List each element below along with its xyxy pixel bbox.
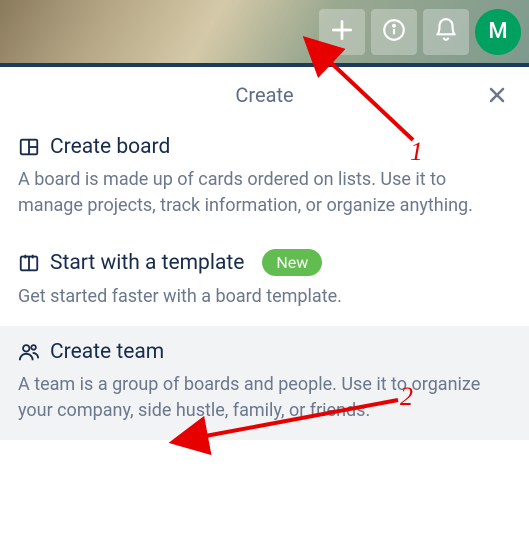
create-panel: Create Create board A board is made up o… [0, 67, 529, 440]
info-icon [381, 17, 407, 47]
template-icon [18, 252, 40, 274]
topbar: M [0, 0, 529, 67]
create-button[interactable] [319, 9, 365, 55]
avatar[interactable]: M [475, 9, 521, 55]
option-start-template[interactable]: Start with a template New Get started fa… [0, 235, 529, 326]
option-title: Start with a template [50, 251, 244, 275]
new-badge: New [262, 249, 322, 276]
option-title-row: Create board [18, 135, 511, 159]
info-button[interactable] [371, 9, 417, 55]
option-desc: A board is made up of cards ordered on l… [18, 167, 511, 219]
board-icon [18, 136, 40, 158]
option-title-row: Create team [18, 340, 511, 364]
option-title: Create board [50, 135, 170, 159]
plus-icon [329, 17, 355, 47]
panel-title: Create [235, 83, 293, 107]
notifications-button[interactable] [423, 9, 469, 55]
option-desc: A team is a group of boards and people. … [18, 372, 511, 424]
option-title-row: Start with a template New [18, 249, 511, 276]
panel-header: Create [0, 67, 529, 121]
avatar-initial: M [488, 19, 507, 44]
people-icon [18, 341, 40, 363]
close-icon [485, 92, 509, 111]
option-create-team[interactable]: Create team A team is a group of boards … [0, 326, 529, 440]
bell-icon [433, 17, 459, 47]
option-title: Create team [50, 340, 164, 364]
option-create-board[interactable]: Create board A board is made up of cards… [0, 121, 529, 235]
option-desc: Get started faster with a board template… [18, 284, 511, 310]
close-button[interactable] [485, 83, 509, 111]
